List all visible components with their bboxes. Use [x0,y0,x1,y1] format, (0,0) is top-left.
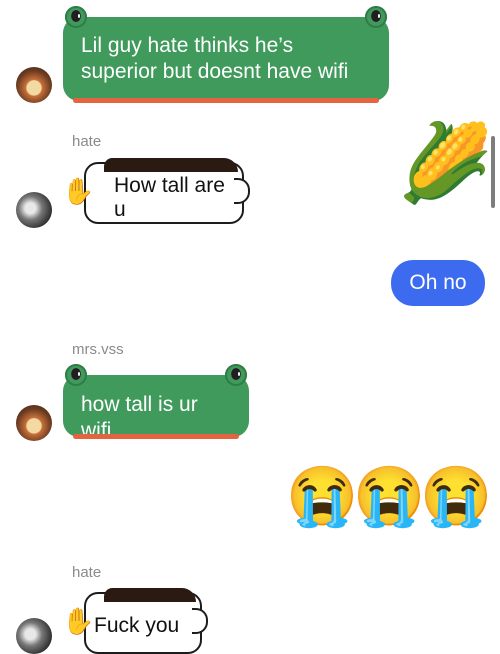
message-bubble[interactable]: ✋ How tall are u [62,158,250,224]
waving-hand-icon: ✋ [62,176,95,206]
sender-name: mrs.vss [72,341,124,358]
message-text: Oh no [409,271,467,294]
waving-hand-icon: ✋ [62,606,95,636]
emoji-message[interactable]: 😭 😭 😭 [286,464,492,529]
message-text: Fuck you [94,614,180,637]
message-bubble[interactable]: ✋ Fuck you [62,588,208,654]
message-bubble[interactable]: how tall is ur wifi [63,364,249,442]
loudly-crying-face-icon: 😭 [286,464,359,529]
avatar[interactable] [16,67,52,103]
bubble-stripe [73,434,239,439]
corn-sticker-icon: 🌽 [398,121,493,206]
message-text: How tall are u [114,174,225,221]
message-bubble[interactable]: Oh no [391,260,485,306]
sender-name: hate [72,133,102,150]
corn-sticker[interactable]: 🌽 [398,118,493,210]
scrollbar[interactable] [491,136,495,208]
avatar[interactable] [16,618,52,654]
message-text: Lil guy hate thinks he’s superior but do… [81,34,349,83]
cartoon-hair-decoration [104,158,238,172]
avatar[interactable] [16,192,52,228]
loudly-crying-face-icon: 😭 [420,464,493,529]
bubble-stripe [73,98,379,103]
loudly-crying-face-icon: 😭 [353,464,426,529]
avatar[interactable] [16,405,52,441]
cartoon-hair-decoration [104,588,196,602]
sender-name: hate [72,564,102,581]
cartoon-ear-decoration [192,608,208,634]
message-bubble[interactable]: Lil guy hate thinks he’s superior but do… [63,6,389,103]
